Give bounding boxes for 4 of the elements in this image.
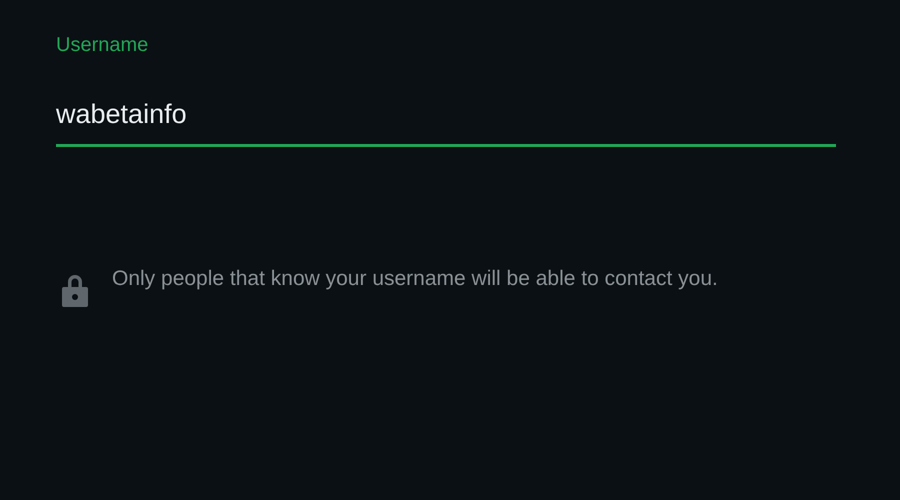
lock-icon <box>62 273 88 307</box>
privacy-note: Only people that know your username will be able to contact you. <box>112 266 719 292</box>
field-label: Username <box>56 34 148 57</box>
username-input[interactable]: wabetainfo <box>56 99 836 147</box>
